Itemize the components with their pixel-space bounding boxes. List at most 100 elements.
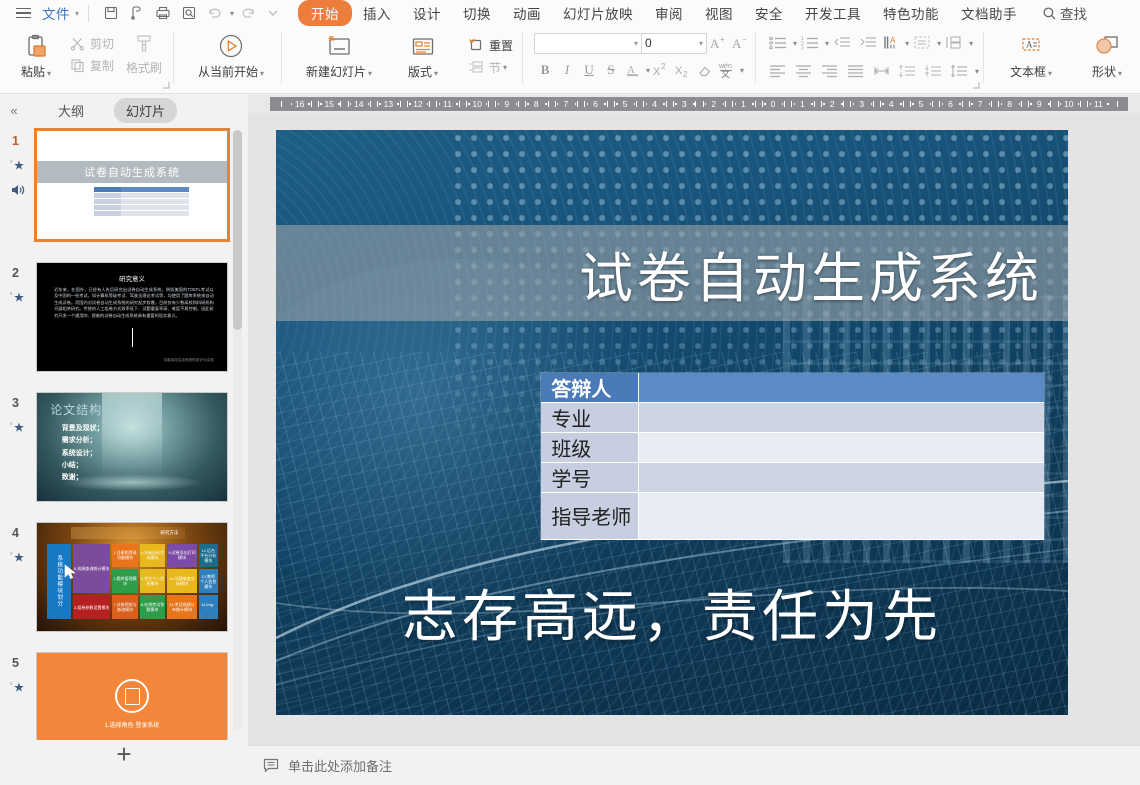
- cut-button[interactable]: 剪切: [62, 32, 119, 54]
- table-row[interactable]: 指导老师: [541, 492, 1045, 540]
- animation-star-icon[interactable]: ≡: [9, 420, 27, 436]
- animation-star-icon[interactable]: ≡: [9, 680, 27, 696]
- slide-canvas[interactable]: 试卷自动生成系统 答辩人 专业 班级 学号 指导老师 志存高远，责任为先: [248, 113, 1140, 733]
- search-button[interactable]: 查找: [1042, 3, 1087, 23]
- list-item[interactable]: 2 ≡ 研究意义 近年来，在国外，已经有人先后研究出试卷自动生成系统，例如美国的…: [0, 258, 248, 388]
- list-item[interactable]: 3 ≡ 论文结构 背景及现状； 需求分析； 系统设计； 小结； 致谢；: [0, 388, 248, 518]
- table-cell-value[interactable]: [639, 462, 1045, 493]
- layout-button[interactable]: 版式 ▾: [385, 28, 461, 80]
- decrease-indent-icon[interactable]: [829, 32, 855, 54]
- underline-button[interactable]: U: [578, 59, 600, 81]
- shrink-font-button[interactable]: A −: [729, 32, 751, 54]
- space-before-icon[interactable]: [895, 60, 921, 82]
- tab-transition[interactable]: 切换: [452, 0, 502, 26]
- clipboard-dialog-launcher-icon[interactable]: [162, 81, 170, 89]
- textbox-button[interactable]: A 文本框 ▾: [993, 28, 1069, 80]
- bold-button[interactable]: B: [534, 59, 556, 81]
- save-as-icon[interactable]: [124, 2, 150, 24]
- tab-review[interactable]: 审阅: [644, 0, 694, 26]
- tab-start[interactable]: 开始: [298, 0, 353, 26]
- tab-developer-tools[interactable]: 开发工具: [794, 0, 872, 26]
- table-cell-value[interactable]: [639, 402, 1045, 433]
- font-color-button[interactable]: A: [622, 59, 644, 81]
- file-menu-button[interactable]: 文件: [42, 3, 70, 23]
- font-name-field[interactable]: ▾: [534, 32, 643, 54]
- print-preview-icon[interactable]: [176, 2, 202, 24]
- print-icon[interactable]: [150, 2, 176, 24]
- customize-toolbar-icon[interactable]: [260, 2, 286, 24]
- table-cell-value[interactable]: [639, 492, 1045, 540]
- notes-pane[interactable]: 单击此处添加备注: [248, 745, 1140, 785]
- undo-icon[interactable]: [202, 2, 228, 24]
- tab-slideshow[interactable]: 幻灯片放映: [552, 0, 644, 26]
- redo-icon[interactable]: [234, 2, 260, 24]
- align-center-icon[interactable]: [791, 60, 817, 82]
- format-painter-button[interactable]: 格式刷: [126, 56, 162, 78]
- tab-outline[interactable]: 大纲: [46, 98, 96, 123]
- slide-thumbnail-5[interactable]: 1.选择角色 登录系统: [36, 652, 228, 740]
- align-left-icon[interactable]: [765, 60, 791, 82]
- table-cell-value[interactable]: [639, 372, 1045, 403]
- tab-security[interactable]: 安全: [744, 0, 794, 26]
- numbered-list-icon[interactable]: 123: [797, 32, 823, 54]
- tab-design[interactable]: 设计: [402, 0, 452, 26]
- line-spacing-dropdown-icon[interactable]: ▾: [975, 67, 979, 76]
- tab-slides[interactable]: 幻灯片: [114, 98, 178, 123]
- phonetic-guide-button[interactable]: wén 文: [716, 59, 738, 81]
- animation-star-icon[interactable]: ≡: [9, 550, 27, 566]
- align-text-box-icon[interactable]: [909, 32, 935, 54]
- slide-thumbnail-4[interactable]: 研究方法 系统功能模块划分 1.注册和登录功能模块 4.试卷自动生成模块 6.成…: [36, 522, 228, 632]
- grow-font-button[interactable]: A +: [707, 32, 729, 54]
- list-item[interactable]: 4 ≡ 研究方法 系统功能模块划分 1.注册和登录功能模块 4.试卷自动生成模块…: [0, 518, 248, 648]
- slide-thumbnail-2[interactable]: 研究意义 近年来，在国外，已经有人先后研究出试卷自动生成系统，例如美国的TOEF…: [36, 262, 228, 372]
- increase-indent-icon[interactable]: [855, 32, 881, 54]
- list-item[interactable]: 5 ≡ 1.选择角色 登录系统: [0, 648, 248, 740]
- space-after-icon[interactable]: [921, 60, 947, 82]
- subscript-button[interactable]: X2: [672, 59, 694, 81]
- paste-button[interactable]: 粘贴 ▾: [10, 28, 62, 80]
- slide-thumbnail-list[interactable]: 1 ≡ 试卷自动生成系统 志存高远，责任为先 2 ≡ 研究意义 近年来，在国外，…: [0, 126, 248, 740]
- table-row[interactable]: 专业: [541, 402, 1045, 433]
- line-spacing-icon[interactable]: [947, 60, 973, 82]
- superscript-button[interactable]: X2: [650, 59, 672, 81]
- new-slide-button[interactable]: 新建幻灯片 ▾: [293, 28, 385, 80]
- tab-animation[interactable]: 动画: [502, 0, 552, 26]
- sidebar-scrollbar[interactable]: [233, 130, 242, 730]
- slide-thumbnail-1[interactable]: 试卷自动生成系统 志存高远，责任为先: [34, 128, 230, 242]
- section-button[interactable]: 节 ▾: [461, 56, 518, 78]
- clear-formatting-button[interactable]: [694, 59, 716, 81]
- current-slide[interactable]: 试卷自动生成系统 答辩人 专业 班级 学号 指导老师 志存高远，责任为先: [276, 130, 1068, 715]
- copy-button[interactable]: 复制: [62, 54, 119, 76]
- collapse-left-icon[interactable]: «: [0, 103, 28, 118]
- align-right-icon[interactable]: [817, 60, 843, 82]
- columns-icon[interactable]: [941, 32, 967, 54]
- list-item[interactable]: 1 ≡ 试卷自动生成系统 志存高远，责任为先: [0, 126, 248, 258]
- justify-icon[interactable]: [843, 60, 869, 82]
- columns-dropdown-icon[interactable]: ▾: [969, 39, 973, 48]
- table-row[interactable]: 答辩人: [541, 372, 1045, 403]
- scrollbar-thumb[interactable]: [233, 130, 242, 330]
- tab-doc-assistant[interactable]: 文档助手: [950, 0, 1028, 26]
- slide-info-table[interactable]: 答辩人 专业 班级 学号 指导老师: [541, 372, 1045, 540]
- shape-button[interactable]: 形状 ▾: [1069, 28, 1140, 80]
- hamburger-icon[interactable]: [10, 7, 36, 19]
- paragraph-dialog-launcher-icon[interactable]: [972, 81, 980, 89]
- slide-subtitle[interactable]: 志存高远，责任为先: [276, 554, 1068, 671]
- chevron-down-icon[interactable]: ▾: [75, 9, 79, 18]
- tab-insert[interactable]: 插入: [352, 0, 402, 26]
- distribute-icon[interactable]: [869, 60, 895, 82]
- tab-special-features[interactable]: 特色功能: [872, 0, 950, 26]
- table-cell-value[interactable]: [639, 432, 1045, 463]
- tab-view[interactable]: 视图: [694, 0, 744, 26]
- table-row[interactable]: 学号: [541, 462, 1045, 493]
- reset-button[interactable]: 重置: [461, 34, 518, 56]
- text-direction-icon[interactable]: A: [881, 32, 903, 54]
- horizontal-ruler[interactable]: 16 15 14 13 12 11 10 9 8 7 6 5 4 3 2 1 0 1 2 3 4 5 6 7 8 9 10 11: [248, 95, 1140, 113]
- phonetic-dropdown-icon[interactable]: ▾: [740, 66, 744, 75]
- strikethrough-button[interactable]: S: [600, 59, 622, 81]
- audio-speaker-icon[interactable]: [9, 182, 27, 198]
- slide-thumbnail-3[interactable]: 论文结构 背景及现状； 需求分析； 系统设计； 小结； 致谢；: [36, 392, 228, 502]
- italic-button[interactable]: I: [556, 59, 578, 81]
- chevron-down-icon[interactable]: ▾: [696, 39, 703, 48]
- table-row[interactable]: 班级: [541, 432, 1045, 463]
